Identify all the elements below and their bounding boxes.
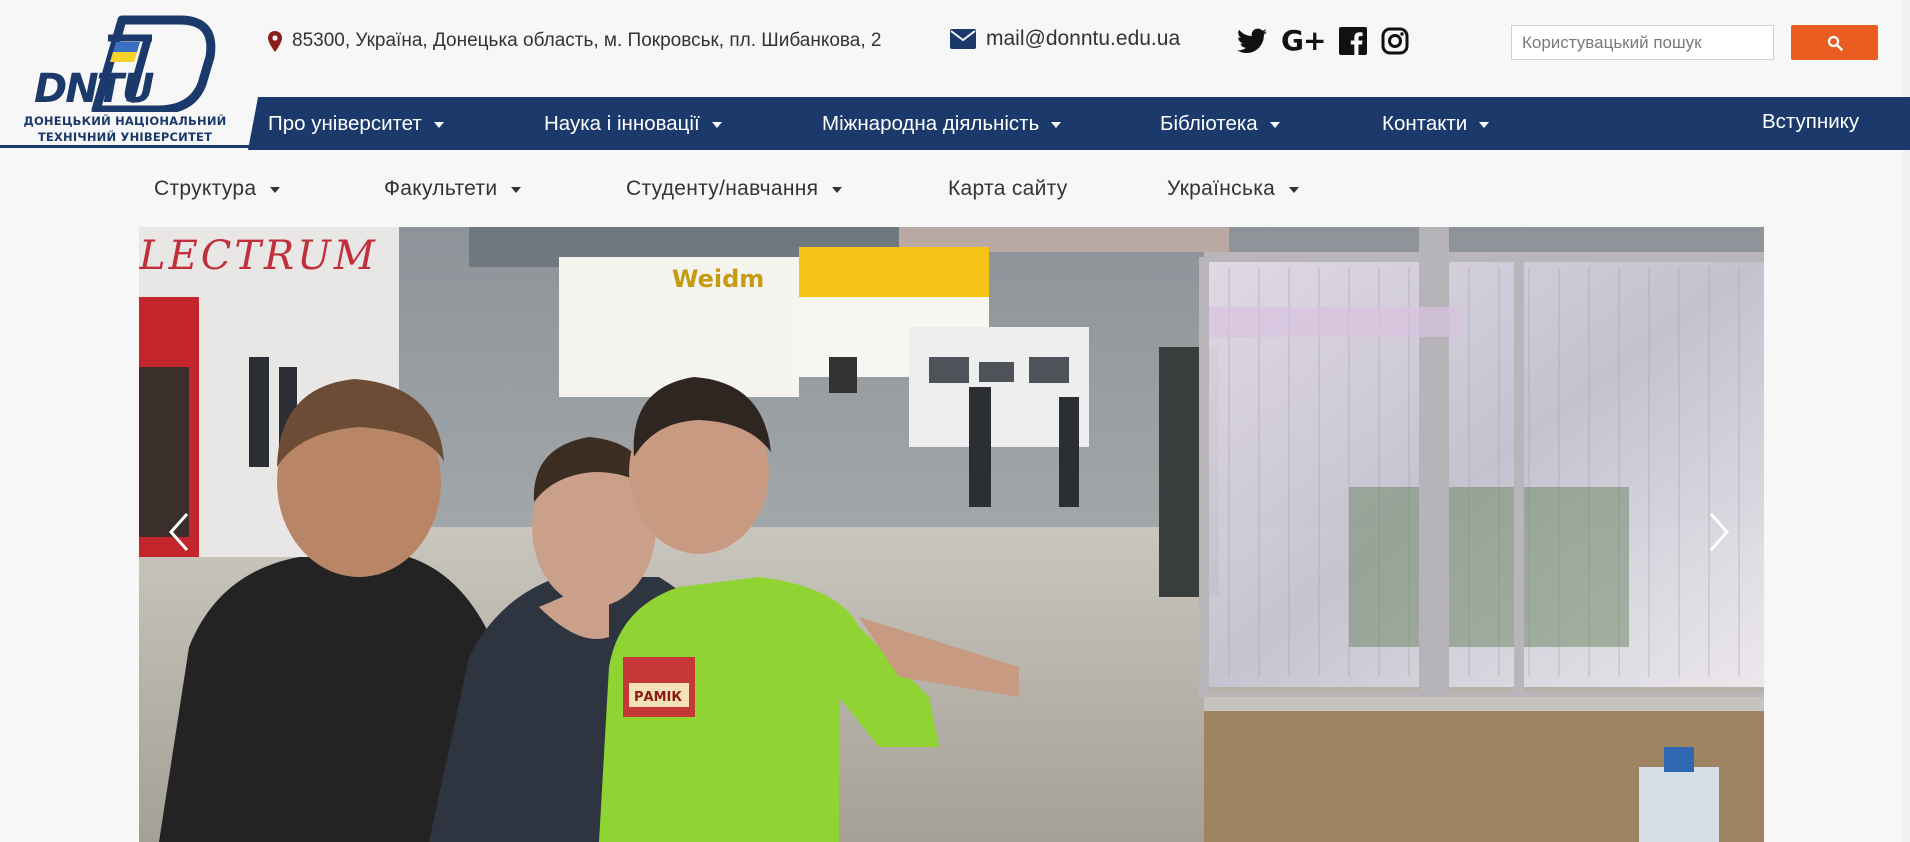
caret-down-icon xyxy=(1269,121,1280,128)
search-button[interactable] xyxy=(1791,25,1878,60)
caret-down-icon xyxy=(433,121,444,128)
chevron-right-icon xyxy=(1709,513,1730,551)
nav-item-contacts[interactable]: Контакти xyxy=(1382,97,1490,150)
page-scrollbar-accent xyxy=(1903,97,1910,150)
nav-item-science[interactable]: Наука і інновації xyxy=(544,97,722,150)
google-plus-icon[interactable]: G+ xyxy=(1281,22,1326,60)
slider-next-button[interactable] xyxy=(1699,502,1739,562)
subnav-item-label: Карта сайту xyxy=(948,177,1068,200)
university-name-line1: ДОНЕЦЬКИЙ НАЦІОНАЛЬНИЙ xyxy=(23,114,227,128)
logo-wordmark: DNTU xyxy=(34,66,154,112)
subnav-item-faculties[interactable]: Факультети xyxy=(384,172,522,206)
subnav-item-label: Українська xyxy=(1167,177,1276,200)
search-icon xyxy=(1827,35,1843,51)
dntu-logo-mark: DNTU xyxy=(34,15,216,112)
nav-item-label: Про університет xyxy=(268,111,422,135)
banner-text: LECTRUM xyxy=(139,233,378,279)
hero-slide-photo: LECTRUM Weidm РАМІК xyxy=(139,227,1764,842)
university-name: ДОНЕЦЬКИЙ НАЦІОНАЛЬНИЙ ТЕХНІЧНИЙ УНІВЕРС… xyxy=(0,113,250,145)
hero-slider[interactable]: LECTRUM Weidm РАМІК xyxy=(139,227,1764,842)
nav-item-label: Міжнародна діяльність xyxy=(822,111,1040,135)
slider-prev-button[interactable] xyxy=(159,502,199,562)
nav-item-label: Вступнику xyxy=(1762,109,1860,133)
nav-item-international[interactable]: Міжнародна діяльність xyxy=(822,97,1062,150)
page: DNTU ДОНЕЦЬКИЙ НАЦІОНАЛЬНИЙ ТЕХНІЧНИЙ УН… xyxy=(0,0,1910,842)
subnav-item-students[interactable]: Студенту/навчання xyxy=(626,172,843,206)
nav-item-applicants[interactable]: Вступнику xyxy=(1762,97,1860,148)
subnav-item-sitemap[interactable]: Карта сайту xyxy=(948,172,1068,206)
booth-sign-text: Weidm xyxy=(672,265,764,293)
map-marker-icon xyxy=(268,30,282,52)
subnav-item-label: Структура xyxy=(154,177,257,200)
caret-down-icon xyxy=(832,187,843,193)
caret-down-icon xyxy=(1479,121,1490,128)
nav-item-label: Контакти xyxy=(1382,111,1468,135)
chevron-left-icon xyxy=(168,513,189,551)
university-name-line2: ТЕХНІЧНИЙ УНІВЕРСИТЕТ xyxy=(37,130,213,144)
caret-down-icon xyxy=(270,187,281,193)
envelope-icon xyxy=(950,29,976,49)
logo-underline xyxy=(0,145,250,148)
caret-down-icon xyxy=(1289,187,1300,193)
search-input[interactable] xyxy=(1511,25,1774,60)
subnav-item-structure[interactable]: Структура xyxy=(154,172,281,206)
subnav-item-label: Студенту/навчання xyxy=(626,177,819,200)
badge-text: РАМІК xyxy=(634,690,682,705)
nav-item-about[interactable]: Про університет xyxy=(268,97,444,150)
address: 85300, Україна, Донецька область, м. Пок… xyxy=(268,30,882,52)
address-text: 85300, Україна, Донецька область, м. Пок… xyxy=(292,30,882,51)
search-form xyxy=(1511,25,1878,60)
twitter-icon[interactable] xyxy=(1237,22,1267,60)
caret-down-icon xyxy=(1051,121,1062,128)
nav-item-label: Бібліотека xyxy=(1160,111,1258,135)
subnav-item-language[interactable]: Українська xyxy=(1167,172,1300,206)
social-links: G+ xyxy=(1237,22,1409,60)
caret-down-icon xyxy=(511,187,522,193)
caret-down-icon xyxy=(711,121,722,128)
email-link[interactable]: mail@donntu.edu.ua xyxy=(950,27,1180,51)
nav-item-library[interactable]: Бібліотека xyxy=(1160,97,1280,150)
subnav-item-label: Факультети xyxy=(384,177,498,200)
email-text: mail@donntu.edu.ua xyxy=(986,27,1181,50)
facebook-icon[interactable] xyxy=(1339,22,1368,60)
instagram-icon[interactable] xyxy=(1381,22,1409,60)
nav-item-label: Наука і інновації xyxy=(544,111,700,135)
university-logo[interactable]: DNTU ДОНЕЦЬКИЙ НАЦІОНАЛЬНИЙ ТЕХНІЧНИЙ УН… xyxy=(0,0,250,150)
main-navigation: Про університет Наука і інновації Міжнар… xyxy=(248,97,1903,150)
